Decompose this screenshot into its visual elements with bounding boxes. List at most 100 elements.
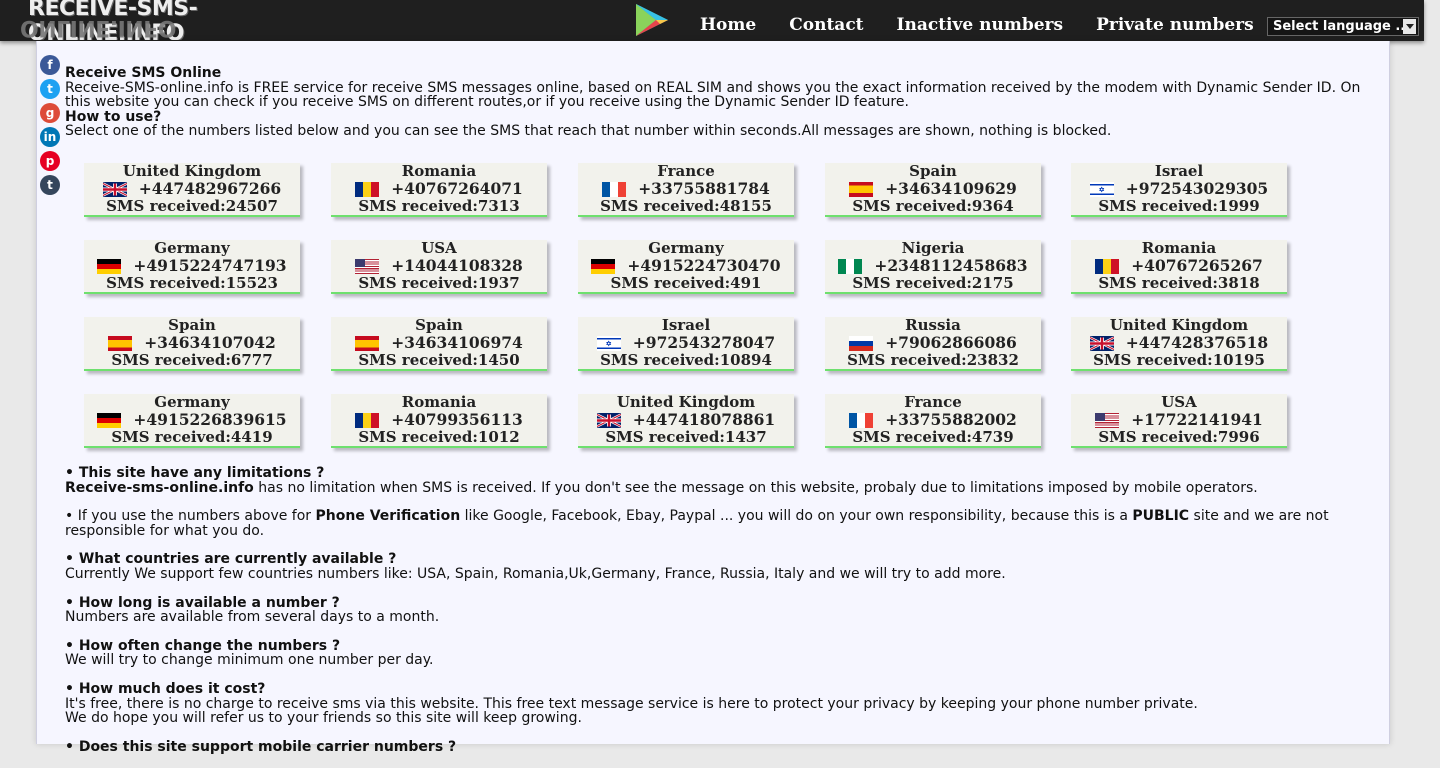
howto-title: How to use? xyxy=(65,108,162,125)
card-number-row: +4915224730470 xyxy=(578,257,794,275)
nav-home[interactable]: Home xyxy=(700,0,756,41)
flag-es-icon xyxy=(355,335,380,351)
card-phone-number[interactable]: +447428376518 xyxy=(1126,334,1268,352)
card-number-row: +14044108328 xyxy=(331,257,547,275)
card-country: United Kingdom xyxy=(1109,316,1249,334)
google-play-icon[interactable] xyxy=(634,2,670,38)
card-phone-number[interactable]: +33755881784 xyxy=(638,180,770,198)
language-select[interactable]: Select language .. xyxy=(1267,17,1419,36)
number-card[interactable]: Romania +40799356113 SMS received:1012 xyxy=(331,394,547,448)
language-select-label: Select language .. xyxy=(1273,19,1406,34)
flag-uk-icon xyxy=(102,181,127,197)
card-phone-number[interactable]: +972543029305 xyxy=(1126,180,1268,198)
card-phone-number[interactable]: +17722141941 xyxy=(1131,411,1263,429)
twitter-icon[interactable]: t xyxy=(40,79,60,99)
card-phone-number[interactable]: +447482967266 xyxy=(139,180,281,198)
number-card[interactable]: United Kingdom +447428376518 SMS received:… xyxy=(1071,317,1287,371)
card-sms-count: SMS received:1999 xyxy=(1098,197,1260,215)
disclaimer-bold: PUBLIC xyxy=(1132,508,1190,525)
google-plus-icon[interactable]: g xyxy=(40,103,60,123)
card-country: Spain xyxy=(415,316,463,334)
card-phone-number[interactable]: +33755882002 xyxy=(885,411,1017,429)
number-card[interactable]: United Kingdom +447418078861 SMS received:… xyxy=(578,394,794,448)
card-phone-number[interactable]: +4915224747193 xyxy=(133,257,286,275)
flag-us-icon xyxy=(355,258,380,274)
card-country: Germany xyxy=(648,239,724,257)
card-sms-count: SMS received:9364 xyxy=(852,197,1014,215)
number-card[interactable]: Germany +4915224747193 SMS received:15523 xyxy=(84,240,300,294)
number-card[interactable]: France +33755881784 SMS received:48155 xyxy=(578,163,794,217)
card-phone-number[interactable]: +40799356113 xyxy=(391,411,523,429)
card-phone-number[interactable]: +4915226839615 xyxy=(133,411,286,429)
card-number-row: +4915224747193 xyxy=(84,257,300,275)
faq-disclaimer: • If you use the numbers above for Phone… xyxy=(65,509,1355,538)
number-card[interactable]: France +33755882002 SMS received:4739 xyxy=(825,394,1041,448)
facebook-icon[interactable]: f xyxy=(40,55,60,75)
card-phone-number[interactable]: +447418078861 xyxy=(633,411,775,429)
number-card[interactable]: Nigeria +2348112458683 SMS received:2175 xyxy=(825,240,1041,294)
number-card[interactable]: Spain +34634109629 SMS received:9364 xyxy=(825,163,1041,217)
nav-inactive-numbers[interactable]: Inactive numbers xyxy=(897,0,1064,41)
number-card[interactable]: USA +17722141941 SMS received:7996 xyxy=(1071,394,1287,448)
number-card[interactable]: USA +14044108328 SMS received:1937 xyxy=(331,240,547,294)
flag-ro-icon xyxy=(1095,258,1120,274)
card-phone-number[interactable]: +40767265267 xyxy=(1131,257,1263,275)
card-phone-number[interactable]: +34634106974 xyxy=(391,334,523,352)
card-sms-count: SMS received:48155 xyxy=(600,197,772,215)
flag-de-icon xyxy=(591,258,616,274)
card-country: France xyxy=(904,393,962,411)
flag-fr-icon xyxy=(849,412,874,428)
card-phone-number[interactable]: +4915224730470 xyxy=(627,257,780,275)
flag-es-icon xyxy=(849,181,874,197)
number-card[interactable]: Russia +79062866086 SMS received:23832 xyxy=(825,317,1041,371)
card-country: Romania xyxy=(401,162,477,180)
card-phone-number[interactable]: +40767264071 xyxy=(391,180,523,198)
card-phone-number[interactable]: +79062866086 xyxy=(885,334,1017,352)
intro-title: Receive SMS Online xyxy=(65,65,222,81)
number-card[interactable]: Spain +34634106974 SMS received:1450 xyxy=(331,317,547,371)
number-card[interactable]: Israel ✡ +972543029305 SMS received:1999 xyxy=(1071,163,1287,217)
faq-answer: We will try to change minimum one number… xyxy=(65,652,434,669)
tumblr-icon[interactable]: t xyxy=(40,175,60,195)
linkedin-icon[interactable]: in xyxy=(40,127,60,147)
card-country: Spain xyxy=(909,162,957,180)
flag-es-icon xyxy=(108,335,133,351)
nav-private-numbers[interactable]: Private numbers xyxy=(1096,0,1254,41)
card-country: USA xyxy=(1161,393,1197,411)
flag-uk-icon xyxy=(1089,335,1114,351)
faq-answer: It's free, there is no charge to receive… xyxy=(65,695,1198,712)
faq-question: • This site have any limitations ? xyxy=(65,465,325,481)
site-logo[interactable]: RECEIVE-SMS-ONLINE.INFO RECEIVE-SMS-ONLI… xyxy=(18,0,338,40)
card-sms-count: SMS received:1450 xyxy=(358,351,520,369)
number-card[interactable]: Israel ✡ +972543278047 SMS received:10894 xyxy=(578,317,794,371)
card-country: Nigeria xyxy=(901,239,965,257)
card-phone-number[interactable]: +972543278047 xyxy=(633,334,775,352)
card-number-row: +17722141941 xyxy=(1071,411,1287,429)
flag-de-icon xyxy=(97,412,122,428)
number-card[interactable]: Romania +40767265267 SMS received:3818 xyxy=(1071,240,1287,294)
card-phone-number[interactable]: +2348112458683 xyxy=(874,257,1027,275)
faq-answer: Currently We support few countries numbe… xyxy=(65,565,1006,582)
faq-question: • How much does it cost? xyxy=(65,680,266,697)
social-share-bar: f t g in p t xyxy=(40,55,62,199)
card-sms-count: SMS received:1937 xyxy=(358,274,520,292)
card-phone-number[interactable]: +34634109629 xyxy=(885,180,1017,198)
number-card[interactable]: Germany +4915224730470 SMS received:491 xyxy=(578,240,794,294)
card-sms-count: SMS received:4419 xyxy=(111,428,273,446)
card-phone-number[interactable]: +14044108328 xyxy=(391,257,523,275)
pinterest-icon[interactable]: p xyxy=(40,151,60,171)
faq-question: • How long is available a number ? xyxy=(65,594,340,611)
number-card[interactable]: Spain +34634107042 SMS received:6777 xyxy=(84,317,300,371)
number-card[interactable]: Romania +40767264071 SMS received:7313 xyxy=(331,163,547,217)
chevron-down-icon xyxy=(1403,19,1416,34)
card-number-row: +40799356113 xyxy=(331,411,547,429)
card-number-row: ✡ +972543029305 xyxy=(1071,180,1287,198)
card-phone-number[interactable]: +34634107042 xyxy=(144,334,276,352)
card-sms-count: SMS received:23832 xyxy=(847,351,1019,369)
number-card[interactable]: United Kingdom +447482967266 SMS received:… xyxy=(84,163,300,217)
number-card[interactable]: Germany +4915226839615 SMS received:4419 xyxy=(84,394,300,448)
faq-question: • What countries are currently available… xyxy=(65,551,397,568)
nav-contact[interactable]: Contact xyxy=(789,0,863,41)
card-sms-count: SMS received:10894 xyxy=(600,351,772,369)
card-sms-count: SMS received:7313 xyxy=(358,197,520,215)
